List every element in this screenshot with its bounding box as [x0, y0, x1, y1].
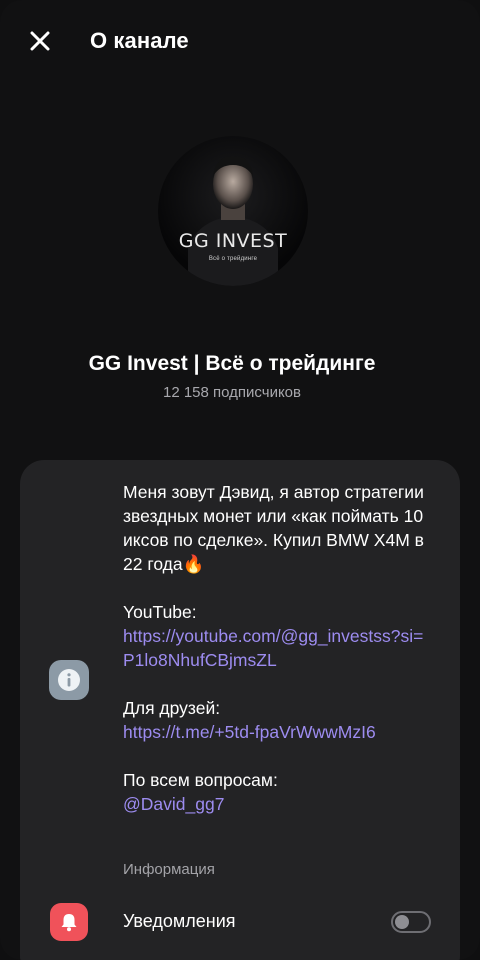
notifications-toggle[interactable] — [391, 911, 431, 933]
friends-label: Для друзей: — [123, 698, 221, 718]
page-title: О канале — [90, 28, 189, 53]
youtube-label: YouTube: — [123, 602, 197, 622]
friends-link[interactable]: https://t.me/+5td-fpaVrWwwMzI6 — [123, 720, 433, 744]
avatar-brand: GG INVEST — [178, 230, 288, 252]
youtube-link[interactable]: https://youtube.com/@gg_investss?si=P1lo… — [123, 624, 433, 672]
info-caption: Информация — [123, 861, 215, 878]
channel-description[interactable]: Меня зовут Дэвид, я автор стратегии звез… — [123, 480, 433, 816]
header: О канале — [0, 0, 480, 84]
questions-link[interactable]: @David_gg7 — [123, 792, 433, 816]
toggle-knob — [395, 915, 409, 929]
notifications-label: Уведомления — [123, 911, 236, 931]
channel-avatar[interactable]: GG INVEST Всё о трейдинге — [158, 136, 308, 286]
info-icon — [49, 660, 89, 700]
close-button[interactable] — [26, 27, 54, 55]
bio-text: Меня зовут Дэвид, я автор стратегии звез… — [123, 482, 424, 574]
person-photo — [188, 156, 278, 286]
info-card: Меня зовут Дэвид, я автор стратегии звез… — [20, 460, 460, 960]
channel-name: GG Invest | Всё о трейдинге — [88, 352, 376, 375]
subscriber-count: 12 158 подписчиков — [162, 384, 301, 401]
questions-label: По всем вопросам: — [123, 770, 278, 790]
close-icon — [30, 31, 50, 51]
avatar-subtitle: Всё о трейдинге — [208, 256, 258, 262]
bell-icon — [50, 903, 88, 941]
channel-info-screen: О канале GG INVEST Всё о трейдинге GG In… — [0, 0, 480, 960]
